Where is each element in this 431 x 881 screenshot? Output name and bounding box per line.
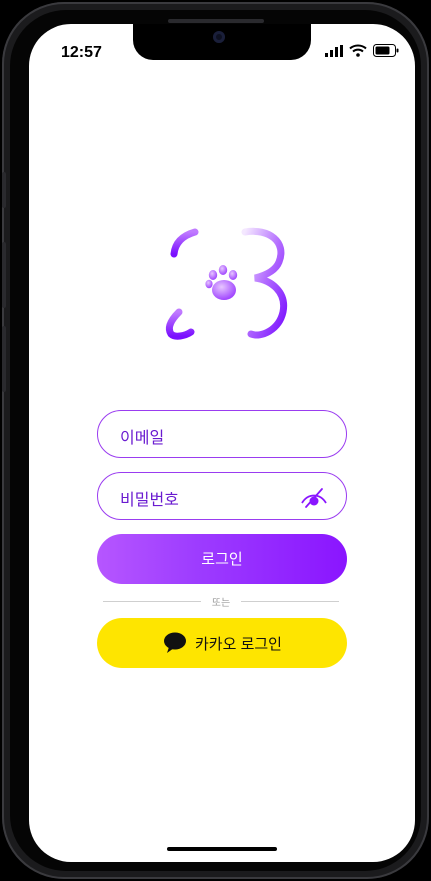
mute-switch xyxy=(2,172,6,208)
login-button-label: 로그인 xyxy=(201,551,243,568)
status-time: 12:57 xyxy=(61,44,102,61)
login-button[interactable]: 로그인 xyxy=(97,534,347,584)
email-placeholder: 이메일 xyxy=(120,430,165,447)
password-field[interactable]: 비밀번호 xyxy=(97,472,347,520)
notch xyxy=(133,24,311,60)
signal-icon xyxy=(325,44,343,57)
or-divider: 또는 xyxy=(103,594,339,609)
speaker-grille xyxy=(168,19,264,23)
phone-frame: 12:57 이메일 비밀번호 로그인 또는 카카오 로그인 xyxy=(2,2,429,879)
eye-slash-icon[interactable] xyxy=(300,485,328,509)
volume-up-button xyxy=(2,242,6,308)
status-icons xyxy=(325,44,399,57)
home-indicator[interactable] xyxy=(167,847,277,851)
divider-line-right xyxy=(241,601,339,602)
battery-icon xyxy=(373,44,399,57)
kakao-login-button[interactable]: 카카오 로그인 xyxy=(97,618,347,668)
logo-paw-icon xyxy=(165,227,288,340)
email-field[interactable]: 이메일 xyxy=(97,410,347,458)
kakao-chat-bubble-icon xyxy=(164,632,186,653)
front-camera xyxy=(213,31,225,43)
screen: 12:57 이메일 비밀번호 로그인 또는 카카오 로그인 xyxy=(29,24,415,862)
divider-text: 또는 xyxy=(211,598,231,609)
volume-down-button xyxy=(2,326,6,392)
wifi-icon xyxy=(349,44,367,57)
kakao-login-label: 카카오 로그인 xyxy=(195,636,282,653)
password-placeholder: 비밀번호 xyxy=(120,492,179,509)
divider-line-left xyxy=(103,601,201,602)
